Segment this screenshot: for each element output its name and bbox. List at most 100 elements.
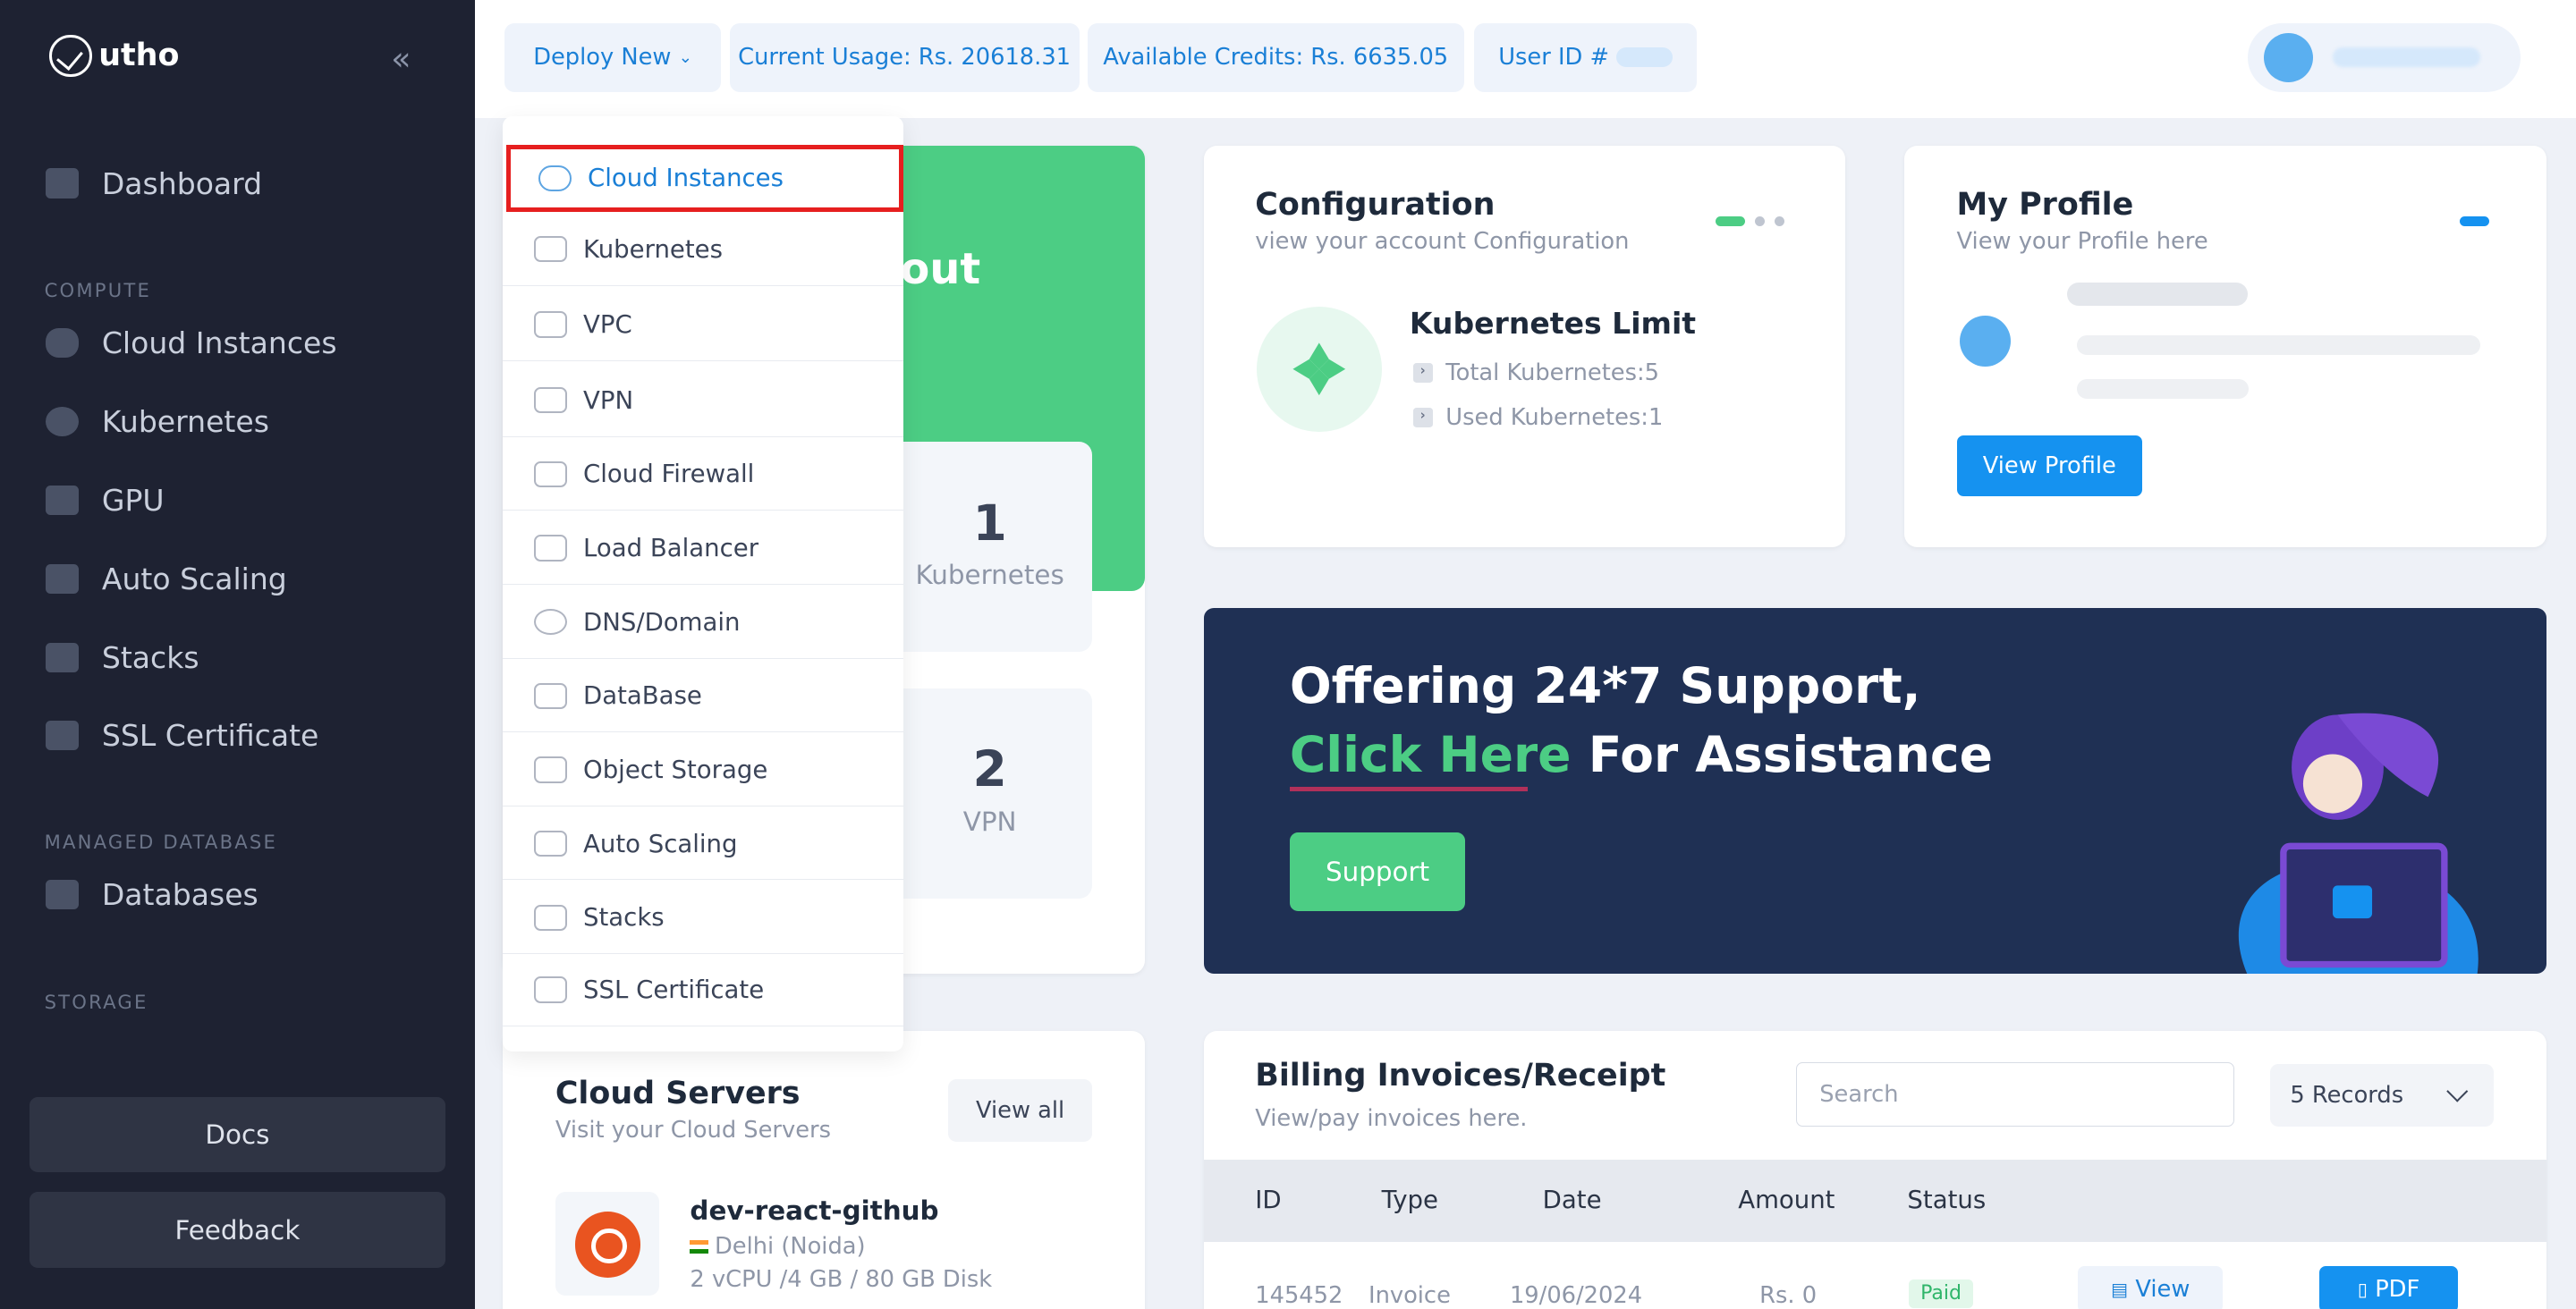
menu-item-ssl-certificate[interactable]: SSL Certificate: [503, 954, 904, 1026]
profile-email-redacted: [2076, 334, 2481, 355]
view-profile-button[interactable]: View Profile: [1956, 435, 2143, 496]
deploy-new-label: Deploy New: [533, 44, 672, 72]
available-credits-badge: Available Credits: Rs. 6635.05: [1087, 22, 1464, 92]
menu-item-load-balancer[interactable]: Load Balancer: [503, 512, 904, 585]
sidebar-item-cloud-instances[interactable]: Cloud Instances: [46, 325, 337, 360]
rocket-icon: [533, 830, 567, 857]
configuration-title: Configuration: [1255, 187, 1496, 224]
status-badge: Paid: [1909, 1279, 1973, 1309]
pdf-button[interactable]: ▯ PDF: [2319, 1266, 2458, 1309]
india-flag-icon: [690, 1240, 708, 1254]
records-select[interactable]: 5 Records: [2270, 1064, 2495, 1127]
menu-item-label: Kubernetes: [583, 234, 723, 264]
stat-value: 1: [972, 494, 1007, 552]
sidebar-item-ssl-certificate[interactable]: SSL Certificate: [46, 718, 318, 753]
kubernetes-stat[interactable]: 1 Kubernetes: [886, 442, 1093, 653]
carousel-dots[interactable]: [1715, 216, 1784, 227]
user-id-label: User ID #: [1498, 44, 1610, 72]
menu-item-label: VPN: [583, 385, 634, 415]
billing-subtitle: View/pay invoices here.: [1255, 1105, 1528, 1133]
stat-label: Kubernetes: [915, 560, 1064, 591]
rocket-icon: [46, 564, 80, 595]
user-menu[interactable]: [2247, 22, 2521, 92]
menu-item-object-storage[interactable]: Object Storage: [503, 734, 904, 807]
sidebar-item-kubernetes[interactable]: Kubernetes: [46, 404, 269, 439]
used-kubernetes: › Used Kubernetes:1: [1412, 403, 1664, 431]
sidebar-item-label: Cloud Instances: [101, 325, 337, 360]
menu-item-label: Cloud Firewall: [583, 460, 755, 489]
click-here-underline: [1289, 786, 1529, 792]
deploy-new-dropdown[interactable]: Deploy New ⌄: [504, 22, 722, 92]
deploy-new-menu: Cloud Instances Kubernetes VPC VPN Cloud…: [503, 116, 904, 1051]
profile-avatar: [1960, 315, 2012, 367]
gpu-icon: [46, 485, 80, 515]
records-select-value: 5 Records: [2290, 1082, 2404, 1110]
kubernetes-logo-icon: [1292, 342, 1346, 396]
profile-phone-redacted: [2076, 379, 2250, 400]
menu-item-dns-domain[interactable]: DNS/Domain: [503, 586, 904, 659]
menu-item-stacks[interactable]: Stacks: [503, 882, 904, 955]
sidebar-item-label: Stacks: [101, 640, 199, 676]
vpn-stat[interactable]: 2 VPN: [886, 688, 1093, 899]
menu-item-label: Cloud Instances: [588, 164, 784, 193]
billing-title: Billing Invoices/Receipt: [1255, 1057, 1666, 1094]
sidebar-item-gpu[interactable]: GPU: [46, 483, 165, 518]
menu-item-vpn[interactable]: VPN: [503, 364, 904, 437]
hierarchy-icon: [533, 535, 567, 562]
banner-line-2-rest: For Assistance: [1571, 725, 1993, 783]
profile-title: My Profile: [1956, 187, 2134, 224]
lock-icon: [533, 386, 567, 414]
collapse-sidebar-icon[interactable]: «: [391, 39, 411, 78]
click-here-link[interactable]: Click Here: [1290, 726, 1572, 783]
user-id-badge: User ID #: [1473, 22, 1698, 92]
sidebar-item-label: Auto Scaling: [101, 562, 287, 597]
document-icon: ▤: [2111, 1278, 2129, 1300]
sidebar-item-label: Databases: [101, 876, 258, 912]
server-os-icon: [555, 1192, 659, 1296]
support-button[interactable]: Support: [1289, 832, 1466, 912]
menu-item-kubernetes[interactable]: Kubernetes: [503, 213, 904, 286]
billing-search-input[interactable]: Search: [1795, 1062, 2234, 1127]
chevron-right-icon: ›: [1412, 407, 1433, 427]
sidebar-item-label: Kubernetes: [101, 403, 269, 439]
cloud-icon: [538, 165, 572, 191]
server-name[interactable]: dev-react-github: [690, 1195, 938, 1226]
used-kubernetes-label: Used Kubernetes:1: [1445, 403, 1664, 431]
total-kubernetes: › Total Kubernetes:5: [1412, 359, 1659, 386]
docs-button[interactable]: Docs: [30, 1096, 445, 1173]
support-illustration: [2238, 713, 2479, 975]
view-all-button[interactable]: View all: [947, 1078, 1093, 1142]
sidebar-item-label: SSL Certificate: [101, 717, 319, 753]
sidebar-item-auto-scaling[interactable]: Auto Scaling: [46, 562, 287, 597]
kubernetes-ring: [1257, 307, 1382, 433]
logo-check-icon: [49, 34, 92, 78]
sidebar-item-label: Dashboard: [101, 165, 263, 201]
ubuntu-icon: [574, 1212, 641, 1278]
sidebar-item-dashboard[interactable]: Dashboard: [46, 166, 262, 201]
row-date: 19/06/2024: [1509, 1282, 1643, 1309]
profile-dots: [2459, 216, 2489, 227]
menu-item-cloud-firewall[interactable]: Cloud Firewall: [503, 438, 904, 511]
configuration-subtitle: view your account Configuration: [1255, 228, 1630, 256]
database-icon: [46, 879, 80, 909]
sidebar-item-databases[interactable]: Databases: [46, 877, 258, 912]
menu-item-label: Auto Scaling: [583, 829, 738, 858]
menu-item-database[interactable]: DataBase: [503, 660, 904, 733]
chevron-right-icon: ›: [1412, 363, 1433, 384]
utho-logo[interactable]: utho: [49, 34, 179, 78]
banner-line-2: Click Here For Assistance: [1290, 726, 1993, 783]
col-type: Type: [1381, 1186, 1438, 1215]
menu-item-label: VPC: [583, 310, 632, 340]
view-invoice-button[interactable]: ▤ View: [2078, 1266, 2224, 1309]
col-amount: Amount: [1738, 1186, 1835, 1215]
menu-item-cloud-instances[interactable]: Cloud Instances: [505, 144, 904, 212]
sidebar-item-stacks[interactable]: Stacks: [46, 640, 199, 675]
server-specs: 2 vCPU /4 GB / 80 GB Disk: [690, 1266, 993, 1294]
menu-item-vpc[interactable]: VPC: [503, 289, 904, 362]
menu-item-auto-scaling[interactable]: Auto Scaling: [503, 807, 904, 881]
server-location-text: Delhi (Noida): [714, 1233, 866, 1261]
cloud-servers-subtitle: Visit your Cloud Servers: [555, 1116, 831, 1144]
current-usage-badge: Current Usage: Rs. 20618.31: [729, 22, 1080, 92]
feedback-button[interactable]: Feedback: [30, 1192, 445, 1268]
stacks-icon: [46, 643, 80, 673]
